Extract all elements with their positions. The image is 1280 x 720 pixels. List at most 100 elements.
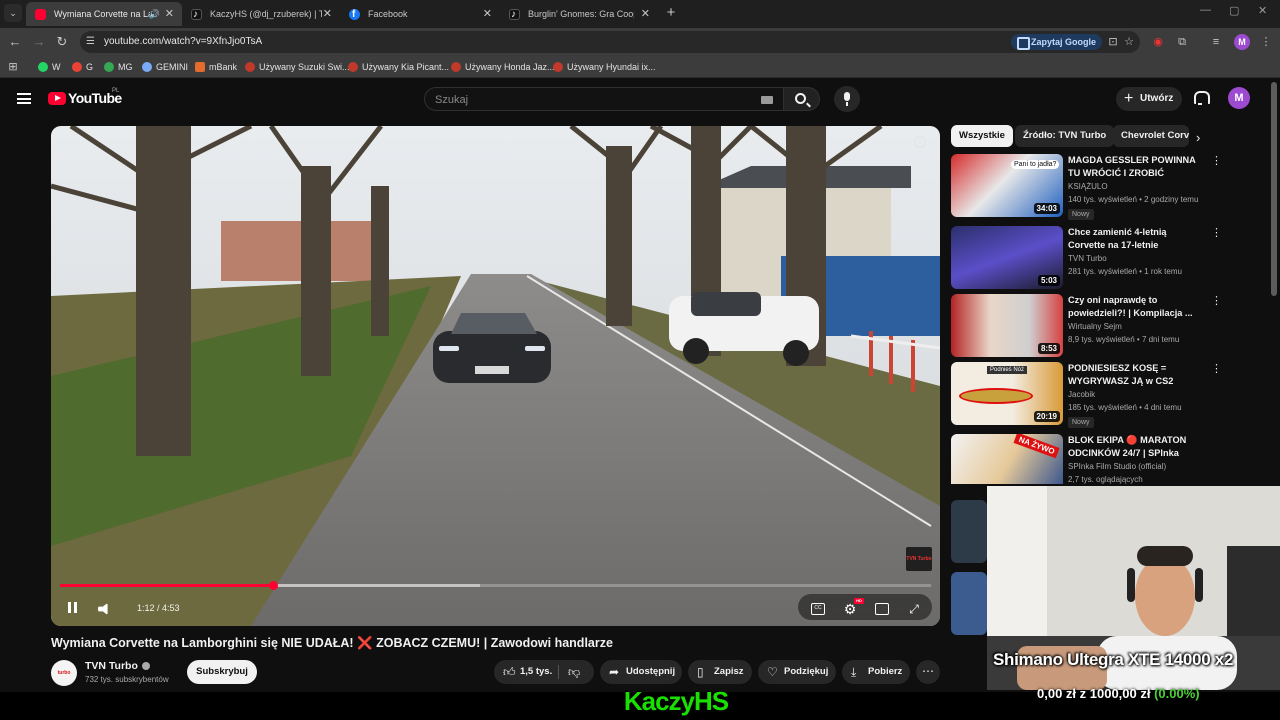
kebab-menu-icon[interactable]: ⋮ [1211, 436, 1213, 447]
theater-mode-icon[interactable] [875, 603, 889, 615]
bookmark-item[interactable]: mBank [195, 56, 237, 78]
chip-chevrolet[interactable]: Chevrolet Corv [1113, 125, 1189, 147]
recommendation-item[interactable]: 8:53 Czy oni naprawdę to powiedzieli?! |… [951, 294, 1222, 358]
share-button[interactable]: ➦ Udostępnij [600, 660, 682, 684]
kebab-menu-icon[interactable]: ⋮ [1211, 296, 1222, 307]
speaker-icon[interactable]: 🔊 [149, 2, 160, 26]
bookmark-item[interactable]: Używany Suzuki Swi... [245, 56, 350, 78]
recommendation-item[interactable]: Pani to jadła? 34:03 MAGDA GESSLER POWIN… [951, 154, 1222, 220]
chevron-right-icon[interactable]: › [1196, 130, 1200, 145]
media-control-icon[interactable]: ≡ [1208, 34, 1224, 50]
recommendation-item[interactable]: NA ŻYWO BLOK EKIPA 🔴 MARATON ODCINKÓW 24… [951, 434, 1213, 484]
forward-icon[interactable]: → [30, 33, 48, 51]
video-thumbnail[interactable]: Pani to jadła? 34:03 [951, 154, 1063, 217]
recommendation-title[interactable]: PODNIESIESZ KOSĘ = WYGRYWASZ JĄ w CS2 [1068, 362, 1204, 388]
subtitles-icon[interactable]: CC [811, 603, 825, 615]
subscribe-button[interactable]: Subskrybuj [187, 660, 257, 684]
volume-icon[interactable] [97, 599, 115, 617]
recommendation-channel[interactable]: TVN Turbo [1068, 254, 1107, 263]
video-thumbnail[interactable] [951, 500, 987, 563]
video-thumbnail[interactable]: Podnieś Nóż 20:19 [951, 362, 1063, 425]
close-icon[interactable]: ✕ [641, 2, 650, 26]
video-thumbnail[interactable]: 5:03 [951, 226, 1063, 289]
menu-icon[interactable] [17, 93, 31, 104]
back-icon[interactable]: ← [6, 33, 24, 51]
tab-youtube[interactable]: Wymiana Corvette na Lamb 🔊 ✕ [26, 2, 182, 26]
pause-icon[interactable] [65, 599, 79, 617]
more-actions-button[interactable]: ⋯ [916, 660, 940, 684]
kebab-menu-icon[interactable]: ⋮ [1258, 34, 1274, 50]
recommendation-channel[interactable]: SPInka Film Studio (official) [1068, 462, 1166, 471]
voice-search-button[interactable] [834, 86, 860, 112]
recommendation-channel[interactable]: KSIĄŻULO [1068, 182, 1108, 191]
search-button[interactable] [784, 87, 820, 111]
bookmark-item[interactable]: Używany Honda Jaz... [451, 56, 555, 78]
kebab-menu-icon[interactable]: ⋮ [1211, 228, 1222, 239]
bookmark-item[interactable]: Używany Hyundai ix... [553, 56, 656, 78]
recommendation-channel[interactable]: Wirtualny Sejm [1068, 322, 1122, 331]
info-icon[interactable]: i [914, 136, 926, 148]
apps-grid-icon[interactable]: ⊞ [4, 58, 22, 76]
video-thumbnail[interactable]: NA ŻYWO [951, 434, 1063, 484]
channel-avatar[interactable]: turbo [51, 660, 77, 686]
channel-name[interactable]: TVN Turbo [85, 660, 150, 672]
thanks-button[interactable]: ♡ Podziękuj [758, 660, 836, 684]
fullscreen-icon[interactable]: ⤢ [907, 603, 921, 615]
recommendation-item[interactable]: Podnieś Nóż 20:19 PODNIESIESZ KOSĘ = WYG… [951, 362, 1222, 428]
bookmark-item[interactable]: G [72, 56, 93, 78]
close-window-icon[interactable]: ✕ [1258, 4, 1267, 17]
puzzle-icon[interactable]: ⧉ [1174, 34, 1190, 50]
close-icon[interactable]: ✕ [483, 2, 492, 26]
reload-icon[interactable]: ↻ [53, 33, 71, 51]
gear-icon[interactable]: ⚙ [843, 602, 857, 616]
video-player[interactable]: i TVN Turbo 1:12 / 4:53 CC ⚙ HD ⤢ [51, 126, 940, 626]
recommendation-title[interactable]: Czy oni naprawdę to powiedzieli?! | Komp… [1068, 294, 1204, 320]
tab-tiktok[interactable]: KaczyHS (@dj_rzuberek) | TikTok ✕ [182, 2, 340, 26]
bookmark-item[interactable]: GEMINI [142, 56, 188, 78]
install-app-icon[interactable]: ⊡ [1106, 35, 1120, 49]
create-button[interactable]: + Utwórz [1116, 87, 1182, 111]
new-tab-button[interactable]: + [662, 4, 680, 22]
maximize-icon[interactable]: ▢ [1229, 4, 1239, 17]
page-scrollbar[interactable] [1271, 82, 1277, 296]
progress-bar[interactable] [60, 581, 931, 590]
account-avatar[interactable]: M [1228, 87, 1250, 109]
recommendation-title[interactable]: MAGDA GESSLER POWINNA TU WRÓCIĆ I ZROBIĆ… [1068, 154, 1204, 180]
kebab-menu-icon[interactable]: ⋮ [1211, 364, 1222, 375]
channel-watermark[interactable]: TVN Turbo [906, 547, 932, 571]
recommendation-title[interactable]: Chce zamienić 4-letnią Corvette na 17-le… [1068, 226, 1204, 252]
chip-all[interactable]: Wszystkie [951, 125, 1013, 147]
notifications-bell-icon[interactable] [1193, 90, 1210, 105]
tab-burglin-gnomes[interactable]: Burglin' Gnomes: Gra Coop z Z ✕ [500, 2, 658, 26]
search-box[interactable] [424, 87, 784, 111]
like-count[interactable]: 1,5 tys. [520, 666, 552, 677]
site-info-icon[interactable]: ☰ [86, 36, 98, 48]
recommendation-item[interactable]: 5:03 Chce zamienić 4-letnią Corvette na … [951, 226, 1222, 290]
close-icon[interactable]: ✕ [165, 2, 174, 26]
dislike-icon[interactable]: 👎︎ [568, 660, 580, 684]
close-icon[interactable]: ✕ [323, 2, 332, 26]
extension-icon[interactable]: ◉ [1150, 34, 1166, 50]
bookmark-item[interactable]: W [38, 56, 61, 78]
video-thumbnail[interactable]: 8:53 [951, 294, 1063, 357]
profile-avatar[interactable]: M [1234, 34, 1250, 50]
bookmark-item[interactable]: MG [104, 56, 133, 78]
tab-facebook[interactable]: Facebook ✕ [340, 2, 500, 26]
save-button[interactable]: ▯ Zapisz [688, 660, 752, 684]
minimize-icon[interactable]: — [1200, 4, 1211, 16]
bookmark-item[interactable]: Używany Kia Picant... [348, 56, 449, 78]
like-icon[interactable]: 👍︎ [503, 660, 516, 684]
video-thumbnail[interactable] [951, 572, 987, 635]
chip-from-channel[interactable]: Źródło: TVN Turbo [1015, 125, 1115, 147]
tab-search-button[interactable]: ⌄ [4, 4, 22, 22]
lens-button[interactable]: Zapytaj Google [1010, 34, 1102, 50]
recommendation-title[interactable]: BLOK EKIPA 🔴 MARATON ODCINKÓW 24/7 | SPI… [1068, 434, 1204, 460]
keyboard-icon[interactable] [761, 96, 773, 104]
address-bar[interactable]: ☰ youtube.com/watch?v=9XfnJjo0TsA Zapyta… [80, 31, 1140, 53]
kebab-menu-icon[interactable]: ⋮ [1211, 156, 1222, 167]
bookmark-star-icon[interactable]: ☆ [1122, 35, 1136, 49]
recommendation-channel[interactable]: Jacobik [1068, 390, 1095, 399]
recommendation-item-partial[interactable] [951, 500, 991, 650]
download-button[interactable]: ⤓ Pobierz [842, 660, 910, 684]
search-input[interactable] [435, 91, 735, 109]
